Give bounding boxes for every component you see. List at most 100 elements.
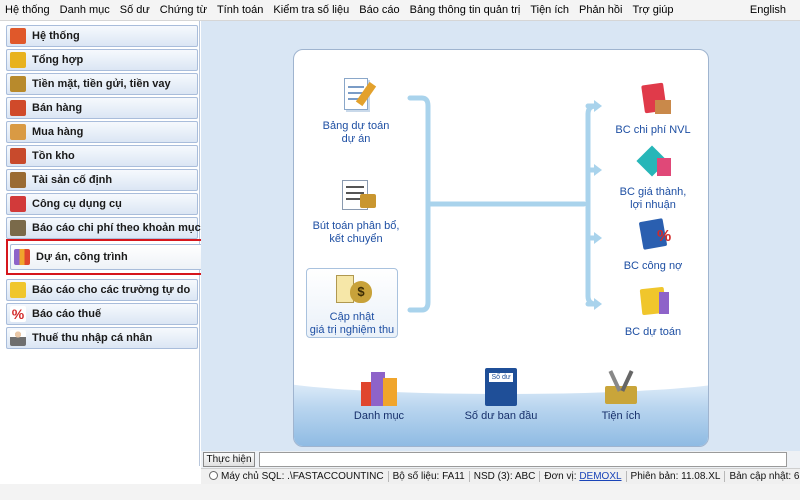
bottom-tien-ich[interactable]: Tiện ích xyxy=(576,368,666,422)
sidebar-item-label: Mua hàng xyxy=(32,126,84,138)
note-icon xyxy=(10,282,26,298)
sidebar-item-label: Báo cáo cho các trường tự do xyxy=(32,284,191,296)
sidebar-item-mua-hang[interactable]: Mua hàng xyxy=(6,121,198,143)
node-but-toan-phan-bo[interactable]: Bút toán phân bổ, kết chuyển xyxy=(304,176,408,246)
sidebar-item-tai-san-co-dinh[interactable]: Tài sản cố định xyxy=(6,169,198,191)
sidebar-item-label: Bán hàng xyxy=(32,102,83,114)
node-label-line1: BC giá thành, xyxy=(619,186,687,198)
city-buildings-icon xyxy=(357,368,401,406)
command-input[interactable] xyxy=(259,452,787,467)
arrow-to-bc-du-toan xyxy=(594,298,602,310)
report-cost-icon xyxy=(10,220,26,236)
menu-so-du[interactable]: Số dư xyxy=(115,4,155,16)
folder-chart-icon xyxy=(10,52,26,68)
arrow-to-bc-gia-thanh xyxy=(594,164,602,176)
menu-bang-thong-tin-quan-tri[interactable]: Bảng thông tin quản trị xyxy=(405,4,526,16)
bottom-label: Số dư ban đầu xyxy=(464,410,538,422)
sidebar-item-tong-hop[interactable]: Tổng hợp xyxy=(6,49,198,71)
language-switch[interactable]: English xyxy=(745,4,800,16)
bottom-label: Tiện ích xyxy=(601,410,641,422)
node-label-line2: lợi nhuận xyxy=(630,199,676,211)
menu-kiem-tra-so-lieu[interactable]: Kiểm tra số liệu xyxy=(268,4,354,16)
sidebar-item-label: Công cụ dụng cụ xyxy=(32,198,122,210)
menubar: Hệ thống Danh mục Số dư Chứng từ Tính to… xyxy=(0,0,800,21)
menu-phan-hoi[interactable]: Phản hồi xyxy=(574,4,627,16)
command-bar: Thực hiện xyxy=(201,451,800,468)
bottom-label: Danh mục xyxy=(353,410,405,422)
sidebar-item-label: Báo cáo chi phí theo khoản mục xyxy=(32,222,201,234)
node-bc-du-toan[interactable]: BC dự toán xyxy=(606,282,700,339)
status-bar: Máy chủ SQL: .\FASTACCOUNTINC Bộ số liệu… xyxy=(201,468,800,484)
left-bracket xyxy=(407,95,431,313)
menu-tien-ich[interactable]: Tiện ích xyxy=(525,4,574,16)
material-cost-report-icon xyxy=(633,80,673,120)
status-version: Phiên bản: 11.08.XL xyxy=(627,471,726,482)
opening-balance-book-icon: Số dư xyxy=(479,368,523,406)
menu-chung-tu[interactable]: Chứng từ xyxy=(155,4,212,16)
sales-icon xyxy=(10,100,26,116)
sidebar-item-label: Thuế thu nhập cá nhân xyxy=(32,332,153,344)
estimate-report-icon xyxy=(633,282,673,322)
node-label-line1: Cập nhật xyxy=(329,311,375,323)
status-unit: Đơn vị: DEMOXL xyxy=(540,471,627,482)
sidebar-item-label: Tồn kho xyxy=(32,150,75,162)
node-bang-du-toan[interactable]: Bảng dự toán dự án xyxy=(306,76,406,146)
sidebar-item-ban-hang[interactable]: Bán hàng xyxy=(6,97,198,119)
node-label-line1: Bảng dự toán xyxy=(322,120,390,132)
node-label-line2: dự án xyxy=(341,133,371,145)
execute-button[interactable]: Thực hiện xyxy=(203,452,255,467)
bottom-so-du-ban-dau[interactable]: Số dư Số dư ban đầu xyxy=(446,368,556,422)
menu-danh-muc[interactable]: Danh mục xyxy=(55,4,115,16)
basket-icon xyxy=(10,124,26,140)
tools-box-icon xyxy=(599,368,643,406)
allocation-entry-icon xyxy=(336,176,376,216)
sidebar-item-thue-tncn[interactable]: Thuế thu nhập cá nhân xyxy=(6,327,198,349)
bottom-danh-muc[interactable]: Danh mục xyxy=(334,368,424,422)
sidebar: Hệ thống Tổng hợp Tiền mặt, tiền gửi, ti… xyxy=(0,21,206,466)
sidebar-item-ton-kho[interactable]: Tồn kho xyxy=(6,145,198,167)
percent-icon: % xyxy=(10,306,26,322)
sidebar-item-bao-cao-truong-tu-do[interactable]: Báo cáo cho các trường tự do xyxy=(6,279,198,301)
buildings-icon xyxy=(14,249,30,265)
status-update: Bản cập nhật: 680 xyxy=(729,471,800,482)
sidebar-item-du-an-cong-trinh[interactable]: Dự án, công trình xyxy=(10,244,204,270)
status-radio[interactable] xyxy=(209,471,218,480)
node-bc-cong-no[interactable]: % BC công nợ xyxy=(606,216,700,273)
sidebar-item-label: Tiền mặt, tiền gửi, tiền vay xyxy=(32,78,171,90)
sidebar-item-label: Báo cáo thuế xyxy=(32,308,102,320)
status-nsd: NSD (3): ABC xyxy=(470,471,541,482)
status-sql-text: Máy chủ SQL: .\FASTACCOUNTINC xyxy=(221,471,384,482)
node-bc-gia-thanh[interactable]: BC giá thành, lợi nhuận xyxy=(606,142,700,212)
project-flow-panel: Bảng dự toán dự án Bút toán phân bổ, kết… xyxy=(293,49,709,447)
money-bag-update-icon: $ xyxy=(332,273,372,307)
menu-bao-cao[interactable]: Báo cáo xyxy=(354,4,404,16)
sidebar-item-he-thong[interactable]: Hệ thống xyxy=(6,25,198,47)
menu-he-thong[interactable]: Hệ thống xyxy=(0,4,55,16)
book-label: Số dư xyxy=(489,373,513,382)
menu-tro-giup[interactable]: Trợ giúp xyxy=(627,4,678,16)
node-label-line1: BC dự toán xyxy=(624,326,682,338)
node-label-line1: Bút toán phân bổ, xyxy=(312,220,400,232)
toolbox-icon xyxy=(10,196,26,212)
node-label-line2: kết chuyển xyxy=(329,233,383,245)
menu-tinh-toan[interactable]: Tính toán xyxy=(212,4,268,16)
status-unit-link[interactable]: DEMOXL xyxy=(579,471,621,482)
status-db: Bộ số liệu: FA11 xyxy=(389,471,470,482)
sidebar-item-label: Dự án, công trình xyxy=(36,251,128,263)
sidebar-item-bao-cao-chi-phi[interactable]: Báo cáo chi phí theo khoản mục xyxy=(6,217,201,239)
gears-icon xyxy=(10,28,26,44)
right-bracket xyxy=(585,103,599,307)
status-unit-label: Đơn vị: xyxy=(544,471,577,482)
stock-icon xyxy=(10,148,26,164)
node-label-line1: BC chi phí NVL xyxy=(615,124,691,136)
status-sql: Máy chủ SQL: .\FASTACCOUNTINC xyxy=(201,471,389,482)
sidebar-item-bao-cao-thue[interactable]: % Báo cáo thuế xyxy=(6,303,198,325)
bank-icon xyxy=(10,76,26,92)
node-bc-chi-phi-nvl[interactable]: BC chi phí NVL xyxy=(606,80,700,137)
sidebar-item-cong-cu-dung-cu[interactable]: Công cụ dụng cụ xyxy=(6,193,198,215)
node-label-line1: BC công nợ xyxy=(623,260,683,272)
sidebar-item-tien-mat[interactable]: Tiền mặt, tiền gửi, tiền vay xyxy=(6,73,198,95)
node-cap-nhat-gia-tri[interactable]: $ Cập nhật giá trị nghiệm thu xyxy=(306,268,398,338)
sidebar-item-label: Tổng hợp xyxy=(32,54,84,66)
box-icon xyxy=(10,172,26,188)
